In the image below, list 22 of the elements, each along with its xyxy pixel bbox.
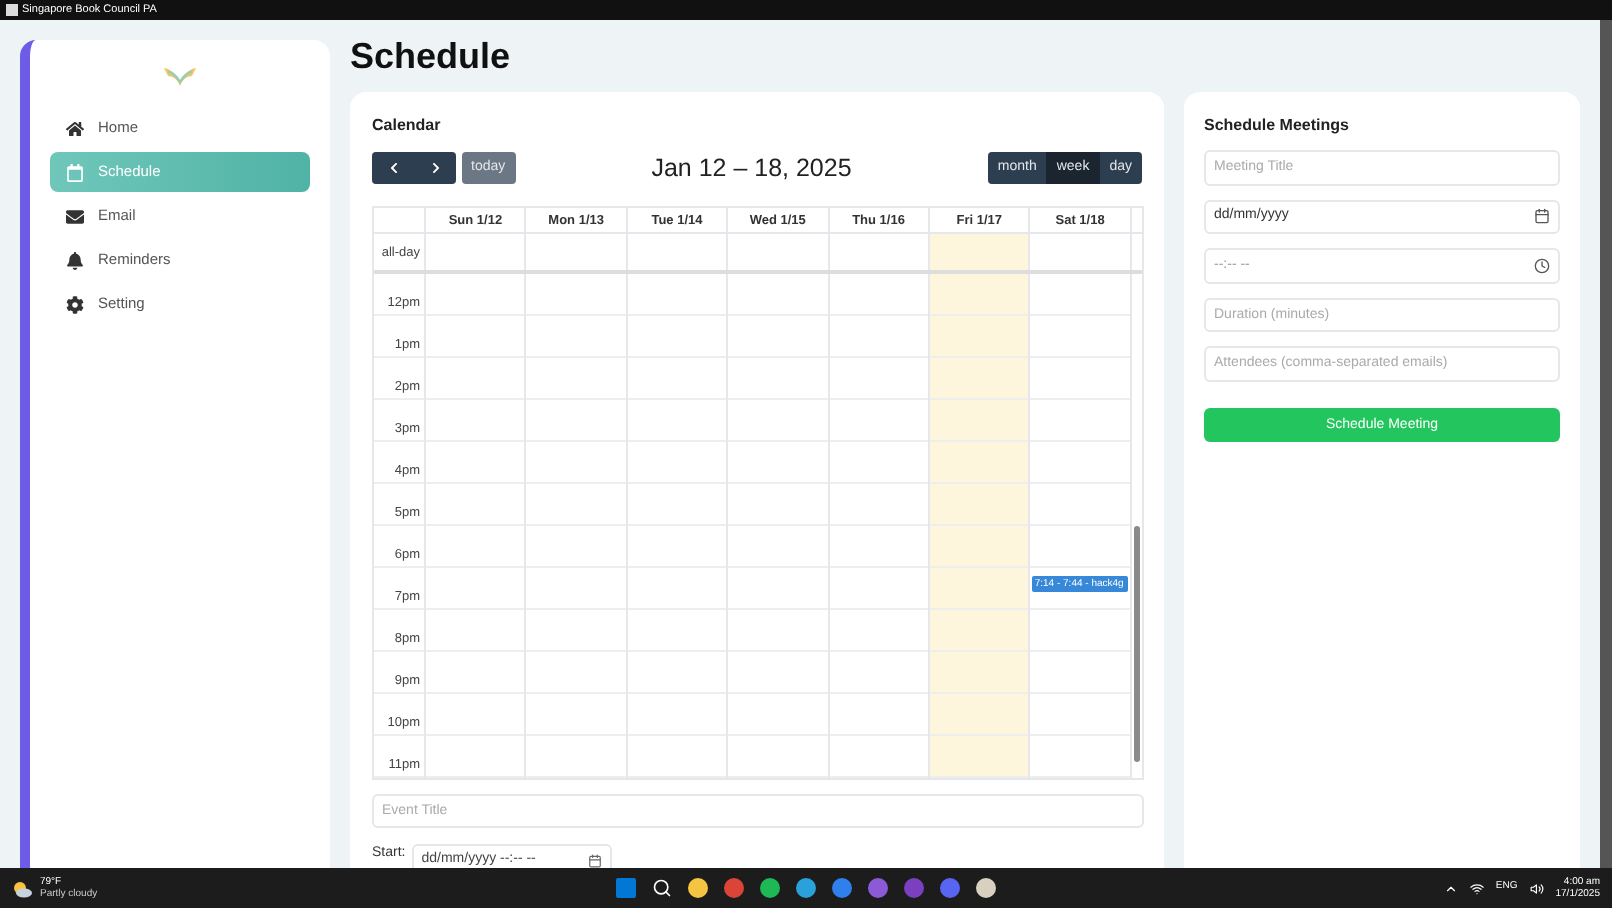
logo-icon	[162, 64, 198, 88]
meetings-heading: Schedule Meetings	[1204, 114, 1351, 138]
chevron-left-icon	[387, 162, 399, 174]
calendar-heading: Calendar	[372, 114, 443, 138]
search-icon[interactable]	[652, 878, 672, 898]
calendar-icon	[66, 163, 84, 181]
calendar-icon	[587, 854, 602, 868]
scrollbar-thumb[interactable]	[1133, 526, 1140, 762]
date-range-title: Jan 12 – 18, 2025	[649, 151, 854, 186]
page-title: Schedule	[350, 34, 513, 80]
chevron-up-icon[interactable]	[1443, 881, 1458, 895]
app-icon	[6, 4, 18, 16]
gear-icon	[66, 295, 84, 313]
home-icon	[66, 119, 84, 137]
calendar-icon	[1534, 208, 1550, 225]
network-icon[interactable]	[1469, 881, 1484, 895]
clock-icon	[1534, 257, 1550, 274]
volume-icon[interactable]	[1529, 881, 1544, 895]
weather-icon	[12, 879, 32, 897]
bell-icon	[66, 251, 84, 269]
chevron-right-icon	[429, 162, 441, 174]
mail-icon	[66, 207, 84, 225]
